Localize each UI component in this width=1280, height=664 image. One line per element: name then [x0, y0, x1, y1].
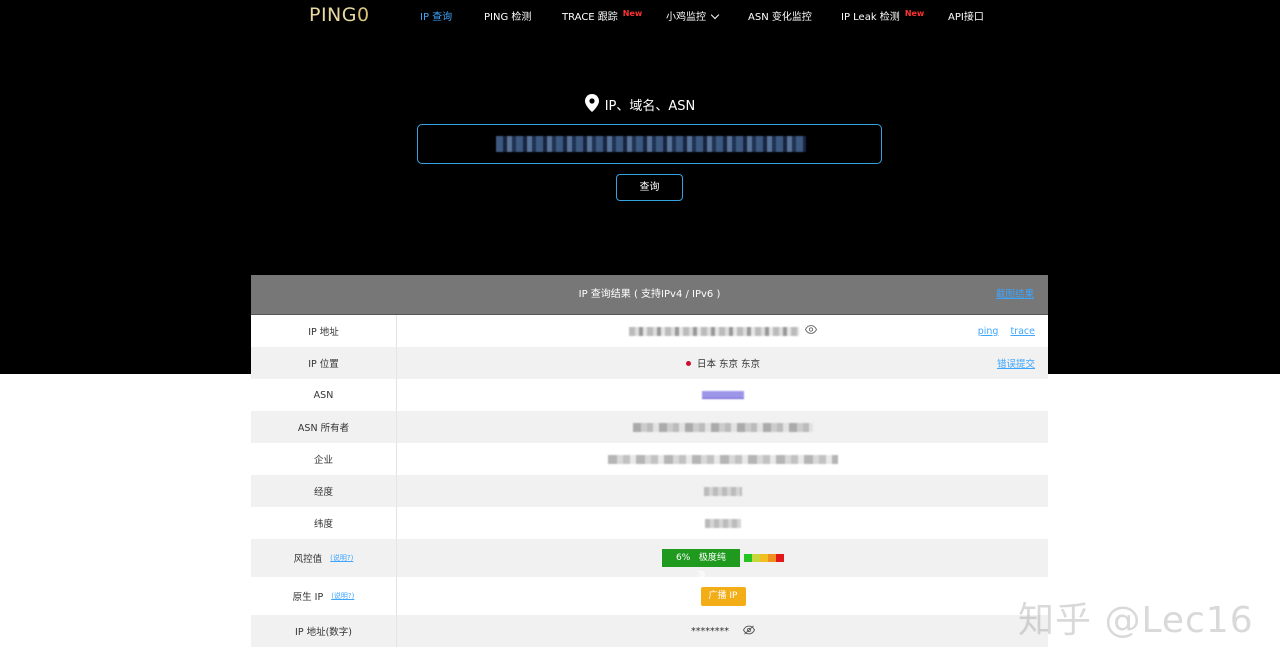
risk-help-link[interactable]: (说明?): [330, 553, 353, 563]
nav-asn-monitor[interactable]: ASN 变化监控: [748, 8, 812, 23]
redacted-longitude: [704, 486, 742, 496]
native-help-link[interactable]: (说明?): [331, 591, 354, 601]
logo-text: PING: [309, 4, 357, 26]
row-longitude: 经度: [251, 475, 1048, 507]
report-error-link[interactable]: 错误提交: [997, 356, 1035, 370]
ping-link[interactable]: ping: [978, 326, 999, 337]
search-field[interactable]: [417, 124, 882, 164]
row-ip-numeric: IP 地址(数字) ********: [251, 615, 1048, 647]
risk-color-scale: [744, 554, 784, 562]
redacted-latitude: [705, 518, 741, 528]
chevron-down-icon: [710, 10, 720, 20]
new-badge: New: [904, 9, 925, 18]
screenshot-link[interactable]: 截图结果: [996, 275, 1034, 315]
new-badge: New: [622, 9, 643, 18]
nav-ping[interactable]: PING 检测: [484, 8, 531, 23]
nav-ip-query[interactable]: IP 查询: [420, 8, 452, 23]
watermark: 知乎 @Lec16: [1018, 600, 1254, 641]
eye-off-icon[interactable]: [742, 624, 756, 638]
search-input[interactable]: [418, 125, 881, 163]
redacted-owner: [633, 422, 813, 432]
redacted-company: [608, 454, 838, 464]
row-native-ip: 原生 IP (说明?) 广播 IP: [251, 577, 1048, 615]
result-panel: IP 查询结果 ( 支持IPv4 / IPv6 ) 截图结果 IP 地址 pin…: [251, 275, 1048, 664]
row-asn: ASN: [251, 379, 1048, 411]
trace-link[interactable]: trace: [1010, 326, 1035, 337]
row-risk-score: 风控值 (说明?) 6% 极度纯净: [251, 539, 1048, 581]
logo-accent: 0: [357, 4, 370, 26]
risk-badge: 6% 极度纯净: [662, 549, 740, 581]
redacted-asn-link[interactable]: [702, 391, 744, 399]
nav-vps-monitor[interactable]: 小鸡监控: [666, 8, 720, 23]
search-title: IP、域名、ASN: [0, 93, 1280, 118]
nav-ip-leak[interactable]: IP Leak 检测 New: [841, 8, 924, 23]
row-company: 企业: [251, 443, 1048, 475]
top-nav: PING0 IP 查询 PING 检测 TRACE 跟踪 New 小鸡监控 ASN…: [0, 0, 1280, 30]
redacted-ip: [629, 326, 799, 336]
query-button[interactable]: 查询: [616, 174, 683, 201]
eye-icon[interactable]: [804, 325, 818, 337]
row-asn-owner: ASN 所有者: [251, 411, 1048, 443]
row-ip-address: IP 地址 ping trace: [251, 315, 1048, 347]
native-ip-badge: 广播 IP: [700, 586, 746, 606]
nav-api[interactable]: API接口: [948, 8, 984, 23]
japan-flag-icon: [685, 360, 691, 366]
row-ip-location: IP 位置 日本 东京 东京 错误提交: [251, 347, 1048, 379]
logo[interactable]: PING0: [309, 4, 370, 26]
nav-trace[interactable]: TRACE 跟踪 New: [562, 8, 642, 23]
location-pin-icon: [584, 93, 599, 116]
row-latitude: 纬度: [251, 507, 1048, 539]
result-header: IP 查询结果 ( 支持IPv4 / IPv6 ) 截图结果: [251, 275, 1048, 315]
